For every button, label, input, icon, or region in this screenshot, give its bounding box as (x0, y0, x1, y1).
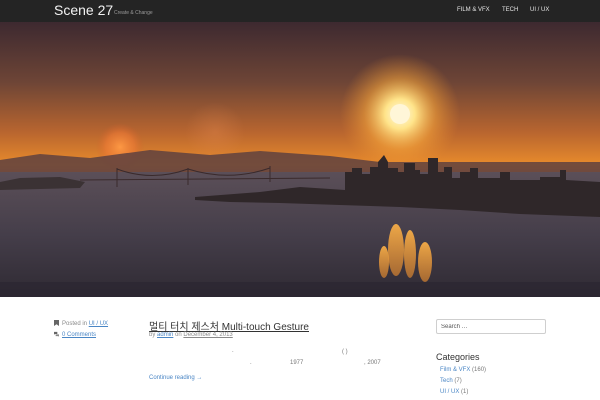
category-item-film-vfx: Film & VFX (160) (440, 367, 486, 373)
sunset-illustration (0, 22, 600, 297)
post-byline: by admin on December 4, 2013 (149, 332, 233, 338)
excerpt-fragment: , 2007 (364, 360, 381, 366)
excerpt-fragment: . (232, 348, 234, 354)
post-comments-meta: 0 Comments (54, 331, 96, 338)
post-date[interactable]: December 4, 2013 (183, 332, 232, 338)
categories-widget-title: Categories (436, 352, 480, 362)
excerpt-fragment: . (250, 360, 252, 366)
post-category-meta: Posted in UI / UX (54, 320, 108, 327)
category-item-tech: Tech (7) (440, 378, 462, 384)
post-title[interactable]: 멀티 터치 제스처 Multi-touch Gesture (149, 318, 309, 333)
category-item-ui-ux: UI / UX (1) (440, 389, 468, 395)
nav-item-ui-ux[interactable]: UI / UX (530, 7, 549, 13)
category-count: (160) (472, 367, 487, 373)
hero-image (0, 22, 600, 297)
category-count: (1) (461, 389, 469, 395)
nav-item-film-vfx[interactable]: FILM & VFX (457, 7, 490, 13)
continue-reading-link[interactable]: Continue reading → (149, 375, 202, 381)
category-link[interactable]: Tech (440, 378, 453, 384)
comments-icon (54, 331, 59, 337)
category-link[interactable]: UI / UX (440, 389, 459, 395)
site-tagline: Create & Change (114, 10, 153, 16)
excerpt-fragment: 1977 (290, 360, 304, 366)
post-excerpt-line-2: . 1977 ( ) , 2007 (149, 349, 409, 368)
top-navbar: Scene 27 Create & Change FILM & VFX TECH… (0, 0, 600, 22)
date-prefix: on (175, 332, 182, 338)
posted-in-label: Posted in (62, 321, 88, 327)
sun (390, 104, 410, 124)
nav-item-tech[interactable]: TECH (502, 7, 518, 13)
byline-prefix: by (149, 332, 156, 338)
post-excerpt-line-1: . (149, 348, 409, 356)
category-link[interactable]: Film & VFX (440, 367, 470, 373)
category-count: (7) (454, 378, 462, 384)
author-link[interactable]: admin (157, 332, 173, 338)
comments-link[interactable]: 0 Comments (62, 332, 96, 338)
search-input[interactable] (436, 319, 546, 334)
post-category-link[interactable]: UI / UX (89, 321, 108, 327)
bookmark-icon (54, 320, 59, 326)
site-title[interactable]: Scene 27 (54, 2, 113, 18)
excerpt-fragment: ( ) (342, 349, 348, 355)
